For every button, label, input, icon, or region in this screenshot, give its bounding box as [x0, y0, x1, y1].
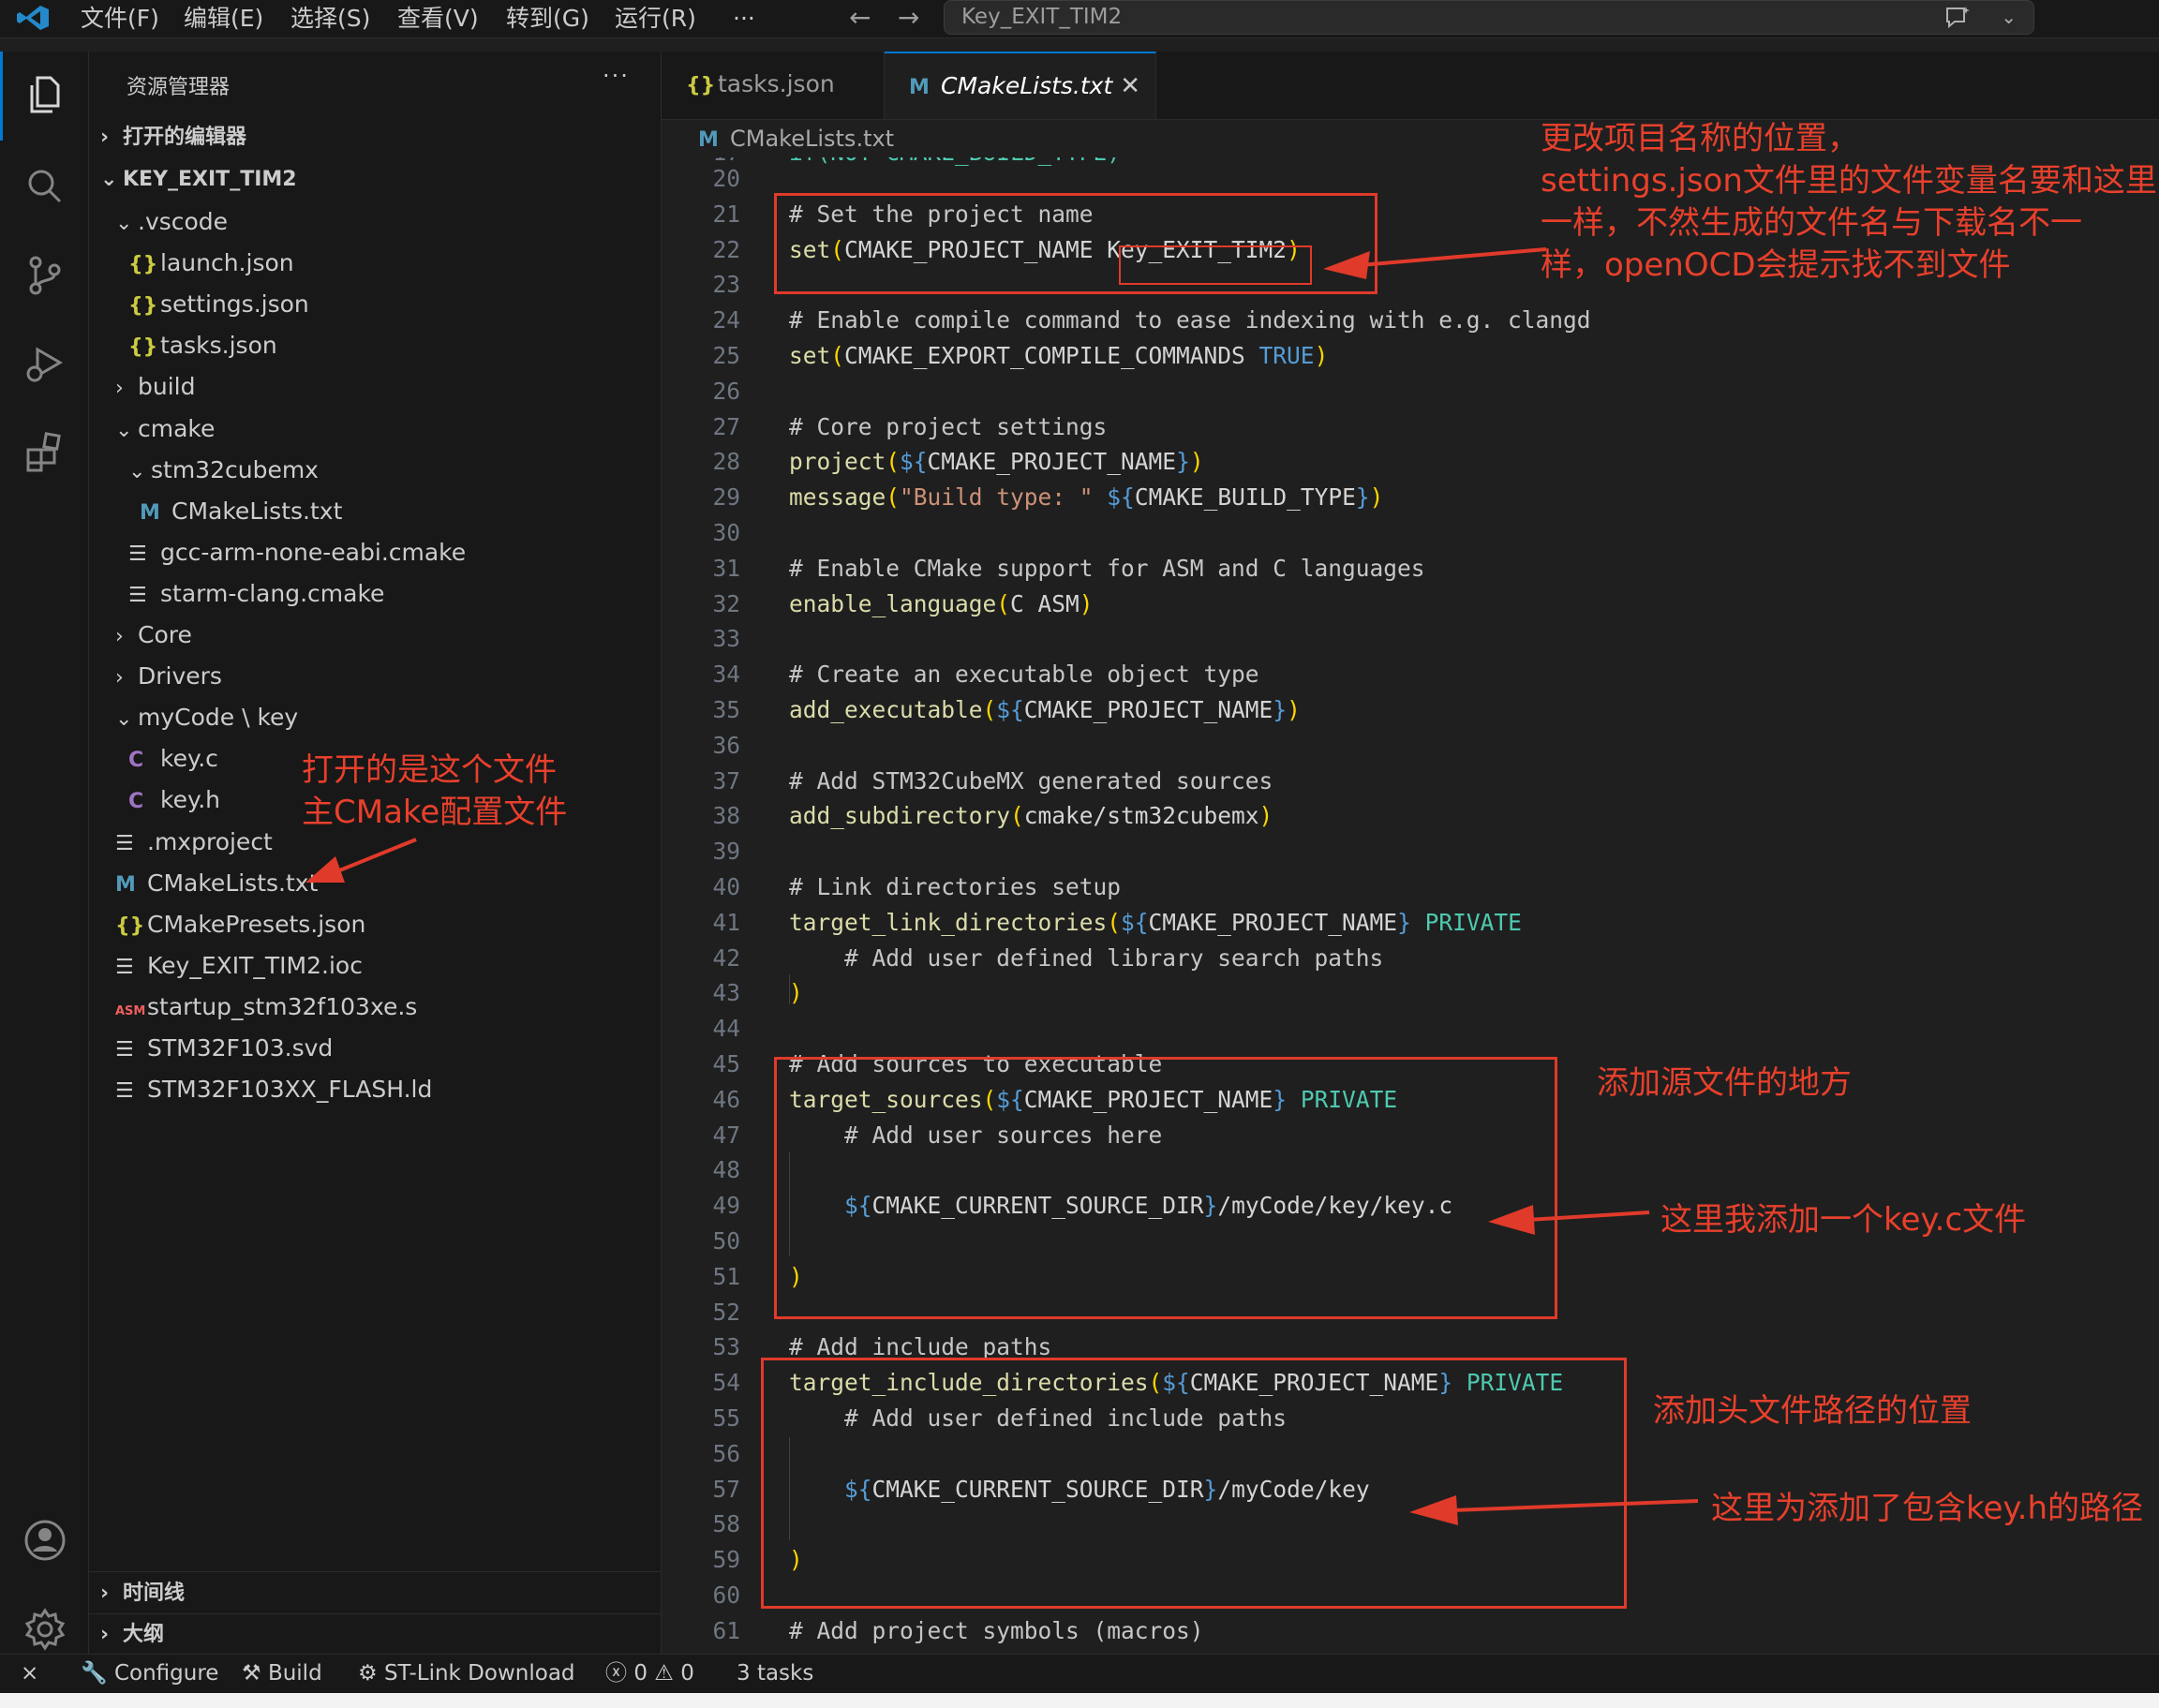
build-icon: ⚒ [242, 1661, 261, 1686]
arrow-project-name [1323, 247, 1547, 279]
remote-icon[interactable]: ⨯ [21, 1655, 38, 1692]
arrow-key-h [1409, 1495, 1699, 1525]
warning-count: 0 [680, 1661, 694, 1686]
tasks-status[interactable]: 3 tasks [737, 1655, 813, 1692]
taskbar-edge [0, 1693, 2159, 1708]
configure-label: Configure [113, 1661, 219, 1686]
wrench-icon: 🔧 [81, 1661, 108, 1686]
build-status[interactable]: ⚒ Build [242, 1655, 322, 1692]
gear-icon: ⚙ [358, 1661, 378, 1686]
stlink-label: ST-Link Download [383, 1661, 575, 1686]
error-icon: ⓧ [605, 1661, 627, 1686]
arrow-opened-file [305, 838, 417, 883]
annotation-arrows [305, 247, 1699, 1525]
status-bar: ⨯ 🔧 Configure ⚒ Build ⚙ ST-Link Download… [0, 1654, 2159, 1694]
stlink-download-status[interactable]: ⚙ ST-Link Download [358, 1655, 575, 1692]
problems-status[interactable]: ⓧ 0 ⚠ 0 [605, 1655, 694, 1692]
build-label: Build [267, 1661, 322, 1686]
warning-icon: ⚠ [654, 1661, 674, 1686]
error-count: 0 [633, 1661, 648, 1686]
configure-status[interactable]: 🔧 Configure [81, 1655, 218, 1692]
arrow-key-c [1488, 1205, 1650, 1235]
